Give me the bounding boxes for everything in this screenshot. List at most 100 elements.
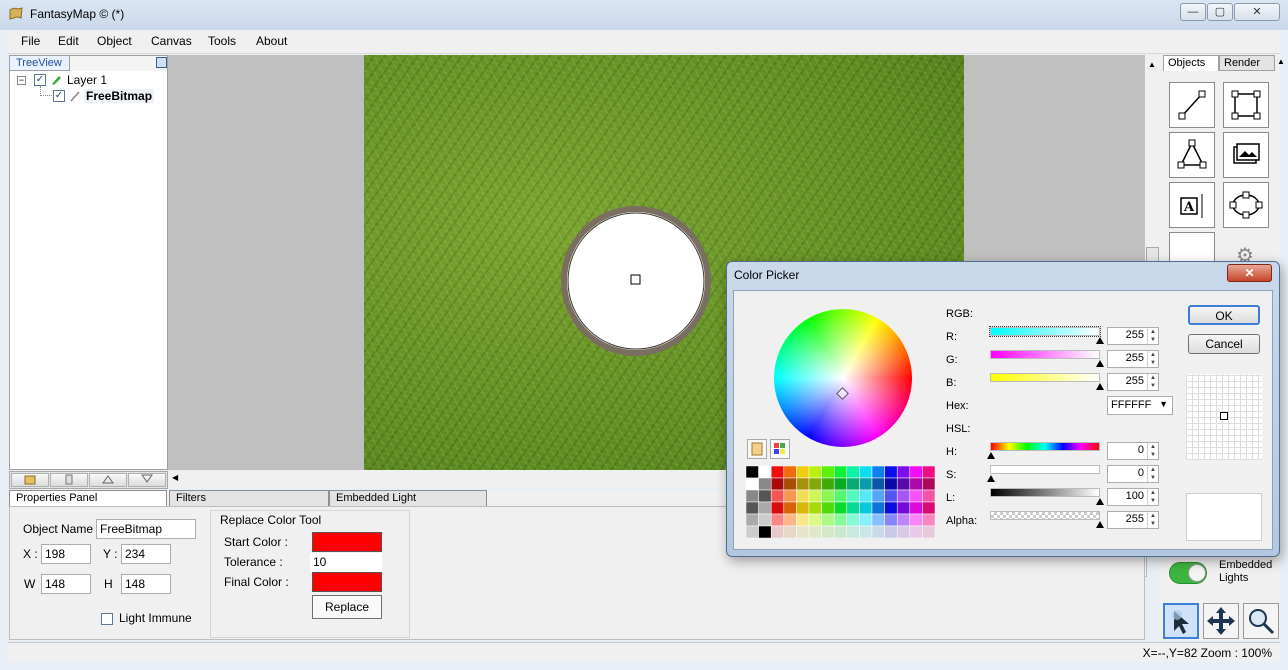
text-tool-button[interactable]: A bbox=[1169, 182, 1215, 228]
alpha-slider[interactable] bbox=[990, 511, 1100, 520]
palette-swatch[interactable] bbox=[758, 489, 772, 503]
palette-swatch[interactable] bbox=[909, 466, 923, 479]
menu-tools[interactable]: Tools bbox=[208, 34, 236, 48]
tab-treeview[interactable]: TreeView bbox=[10, 56, 70, 71]
palette-swatch[interactable] bbox=[896, 489, 911, 503]
close-button[interactable]: ✕ bbox=[1234, 3, 1280, 21]
palette-swatch[interactable] bbox=[770, 466, 785, 479]
ellipse-tool-button[interactable] bbox=[1223, 182, 1269, 228]
light-immune-checkbox[interactable] bbox=[101, 613, 113, 625]
palette-swatch[interactable] bbox=[783, 525, 797, 538]
palette-swatch[interactable] bbox=[871, 466, 885, 479]
palette-swatch[interactable] bbox=[770, 513, 785, 527]
tab-embedded-light[interactable]: Embedded Light bbox=[329, 490, 487, 506]
palette-swatch[interactable] bbox=[922, 501, 936, 515]
tolerance-field[interactable]: 10 bbox=[310, 553, 382, 573]
palette-swatch[interactable] bbox=[758, 525, 772, 538]
palette-swatch[interactable] bbox=[909, 477, 923, 491]
palette-swatch[interactable] bbox=[859, 501, 873, 515]
ok-button[interactable]: OK bbox=[1188, 305, 1260, 325]
palette-swatch[interactable] bbox=[746, 477, 759, 491]
wheel-marker[interactable] bbox=[836, 387, 849, 400]
palette-swatch[interactable] bbox=[884, 477, 898, 491]
palette-swatch[interactable] bbox=[758, 466, 772, 479]
palette-swatch[interactable] bbox=[871, 513, 885, 527]
palette-swatch[interactable] bbox=[846, 489, 860, 503]
scroll-up-icon[interactable]: ▲ bbox=[1148, 60, 1156, 69]
s-slider[interactable] bbox=[990, 465, 1100, 474]
menu-canvas[interactable]: Canvas bbox=[151, 34, 192, 48]
palette-swatch[interactable] bbox=[859, 525, 873, 538]
pin-icon[interactable] bbox=[156, 57, 167, 68]
rectangle-tool-button[interactable] bbox=[1223, 82, 1269, 128]
palette-swatch[interactable] bbox=[922, 489, 936, 503]
menu-file[interactable]: File bbox=[21, 34, 40, 48]
object-name-field[interactable]: FreeBitmap bbox=[96, 519, 196, 539]
b-input[interactable]: 255 ▲ ▼ bbox=[1107, 373, 1159, 391]
tab-objects[interactable]: Objects bbox=[1163, 55, 1219, 71]
palette-swatch[interactable] bbox=[846, 525, 860, 538]
palette-swatch[interactable] bbox=[909, 525, 923, 538]
palette-swatch[interactable] bbox=[896, 477, 911, 491]
h-slider[interactable] bbox=[990, 442, 1100, 451]
palette-swatch[interactable] bbox=[770, 525, 785, 538]
palette-swatch[interactable] bbox=[783, 477, 797, 491]
palette-swatch[interactable] bbox=[746, 466, 759, 479]
g-slider[interactable] bbox=[990, 350, 1100, 359]
palette-swatch[interactable] bbox=[821, 466, 835, 479]
add-swatch-icon[interactable] bbox=[747, 439, 767, 459]
palette-swatch[interactable] bbox=[783, 489, 797, 503]
palette-swatch[interactable] bbox=[896, 501, 911, 515]
palette-swatch[interactable] bbox=[922, 513, 936, 527]
palette-swatch[interactable] bbox=[833, 466, 848, 479]
alpha-input[interactable]: 255 ▲ ▼ bbox=[1107, 511, 1159, 529]
palette-swatch[interactable] bbox=[821, 525, 835, 538]
palette-swatch[interactable] bbox=[808, 489, 822, 503]
freebitmap-checkbox[interactable]: ✓ bbox=[53, 90, 65, 102]
palette-swatch[interactable] bbox=[922, 477, 936, 491]
palette-swatch[interactable] bbox=[871, 489, 885, 503]
palette-swatch[interactable] bbox=[871, 501, 885, 515]
palette-swatch[interactable] bbox=[909, 489, 923, 503]
x-field[interactable]: 198 bbox=[41, 544, 91, 564]
palette-swatch[interactable] bbox=[758, 501, 772, 515]
palette-swatch[interactable] bbox=[896, 525, 911, 538]
final-color-swatch[interactable] bbox=[312, 572, 382, 592]
l-slider[interactable] bbox=[990, 488, 1100, 497]
g-slider-handle[interactable] bbox=[1096, 360, 1104, 367]
palette-swatch[interactable] bbox=[821, 501, 835, 515]
s-slider-handle[interactable] bbox=[987, 475, 995, 482]
line-tool-button[interactable] bbox=[1169, 82, 1215, 128]
tab-properties-panel[interactable]: Properties Panel bbox=[9, 490, 167, 506]
tree-item-layer1[interactable]: Layer 1 bbox=[67, 73, 107, 87]
alpha-slider-handle[interactable] bbox=[1096, 521, 1104, 528]
palette-swatch[interactable] bbox=[808, 501, 822, 515]
palette-swatch[interactable] bbox=[846, 501, 860, 515]
palette-swatch[interactable] bbox=[821, 513, 835, 527]
palette-swatch[interactable] bbox=[884, 501, 898, 515]
palette-swatch[interactable] bbox=[821, 477, 835, 491]
palette-swatch[interactable] bbox=[884, 489, 898, 503]
l-slider-handle[interactable] bbox=[1096, 498, 1104, 505]
palette-swatch[interactable] bbox=[783, 466, 797, 479]
palette-swatch[interactable] bbox=[859, 513, 873, 527]
palette-swatch[interactable] bbox=[770, 477, 785, 491]
palette-swatch[interactable] bbox=[884, 466, 898, 479]
palette-swatch[interactable] bbox=[821, 489, 835, 503]
menu-about[interactable]: About bbox=[256, 34, 287, 48]
palette-swatch[interactable] bbox=[833, 501, 848, 515]
palette-swatch[interactable] bbox=[859, 466, 873, 479]
b-slider[interactable] bbox=[990, 373, 1100, 382]
free-bitmap-object[interactable] bbox=[560, 205, 712, 357]
palette-swatch[interactable] bbox=[808, 477, 822, 491]
palette-swatch[interactable] bbox=[783, 501, 797, 515]
palette-swatch[interactable] bbox=[859, 477, 873, 491]
r-slider[interactable] bbox=[989, 326, 1101, 337]
texture-tool-button[interactable] bbox=[1169, 232, 1215, 262]
y-field[interactable]: 234 bbox=[121, 544, 171, 564]
palette-swatch[interactable] bbox=[909, 513, 923, 527]
menu-object[interactable]: Object bbox=[97, 34, 132, 48]
tab-filters[interactable]: Filters bbox=[169, 490, 329, 506]
collapse-icon[interactable]: − bbox=[17, 76, 26, 85]
palette-swatch[interactable] bbox=[833, 525, 848, 538]
